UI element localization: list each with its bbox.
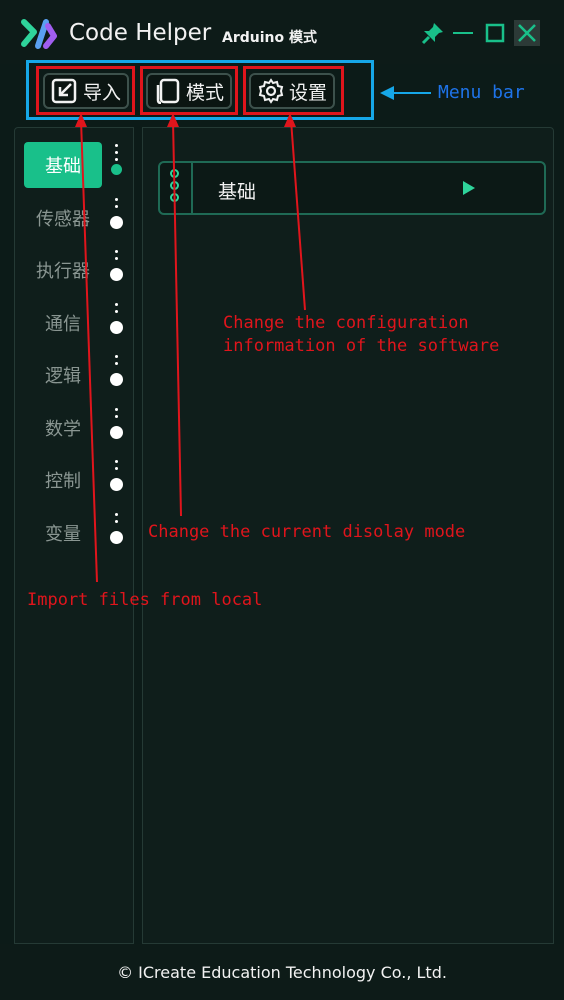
settings-gear-icon [258, 78, 284, 104]
category-communication[interactable]: 通信 [24, 300, 102, 346]
category-label: 数学 [45, 419, 81, 440]
category-indicator [110, 373, 123, 386]
category-connector [115, 513, 118, 527]
category-logic[interactable]: 逻辑 [24, 352, 102, 398]
category-sensor[interactable]: 传感器 [24, 195, 102, 241]
app-title: Code Helper [69, 20, 212, 46]
category-indicator [110, 216, 123, 229]
category-label: 控制 [45, 471, 81, 492]
category-sidebar: 基础 传感器 执行器 通信 逻辑 数学 控制 变量 [14, 127, 134, 944]
menu-bar-annotation: Menu bar [438, 82, 525, 103]
category-label: 通信 [45, 314, 81, 335]
category-indicator [110, 478, 123, 491]
import-annotation: Import files from local [27, 590, 263, 610]
category-control[interactable]: 控制 [24, 457, 102, 503]
copyright-text: © ICreate Education Technology Co., Ltd. [117, 963, 447, 982]
pin-icon[interactable] [420, 20, 446, 46]
category-label: 逻辑 [45, 366, 81, 387]
category-basic[interactable]: 基础 [24, 142, 102, 188]
maximize-icon[interactable] [483, 20, 509, 46]
category-actuator[interactable]: 执行器 [24, 247, 102, 293]
category-indicator [110, 321, 123, 334]
mode-icon [156, 78, 180, 104]
category-connector [115, 408, 118, 422]
import-button[interactable]: 导入 [43, 73, 129, 109]
settings-button[interactable]: 设置 [249, 73, 335, 109]
footer: © ICreate Education Technology Co., Ltd. [0, 944, 564, 1000]
category-connector [115, 355, 118, 369]
drag-handle-icon[interactable] [170, 169, 182, 209]
category-connector [115, 198, 118, 212]
mode-annotation: Change the current disolay mode [148, 522, 466, 542]
import-icon [51, 78, 77, 104]
title-bar: Code Helper Arduino 模式 [0, 0, 564, 64]
category-label: 基础 [45, 156, 81, 177]
menu-bar-arrowhead [380, 86, 394, 100]
category-label: 执行器 [36, 261, 90, 282]
category-indicator [110, 268, 123, 281]
settings-annotation: Change the configuration information of … [223, 313, 500, 356]
category-indicator [110, 426, 123, 439]
settings-label: 设置 [289, 81, 328, 104]
app-logo-icon [21, 19, 57, 49]
category-label: 传感器 [36, 209, 90, 230]
import-label: 导入 [83, 81, 122, 104]
category-label: 变量 [45, 524, 81, 545]
block-group-label: 基础 [218, 181, 257, 203]
block-group-basic[interactable]: 基础 [158, 161, 546, 215]
category-connector [115, 460, 118, 474]
category-connector [115, 144, 118, 165]
category-variable[interactable]: 变量 [24, 510, 102, 556]
category-math[interactable]: 数学 [24, 405, 102, 451]
mode-label-button: 模式 [186, 81, 225, 104]
minimize-icon[interactable] [451, 20, 477, 46]
expand-play-icon[interactable] [462, 180, 476, 196]
close-icon[interactable] [514, 20, 540, 46]
block-divider [191, 163, 193, 213]
category-indicator [110, 531, 123, 544]
category-connector [115, 303, 118, 317]
mode-label: Arduino 模式 [222, 30, 317, 46]
category-indicator-active [111, 164, 122, 175]
category-connector [115, 250, 118, 264]
mode-button[interactable]: 模式 [146, 73, 232, 109]
